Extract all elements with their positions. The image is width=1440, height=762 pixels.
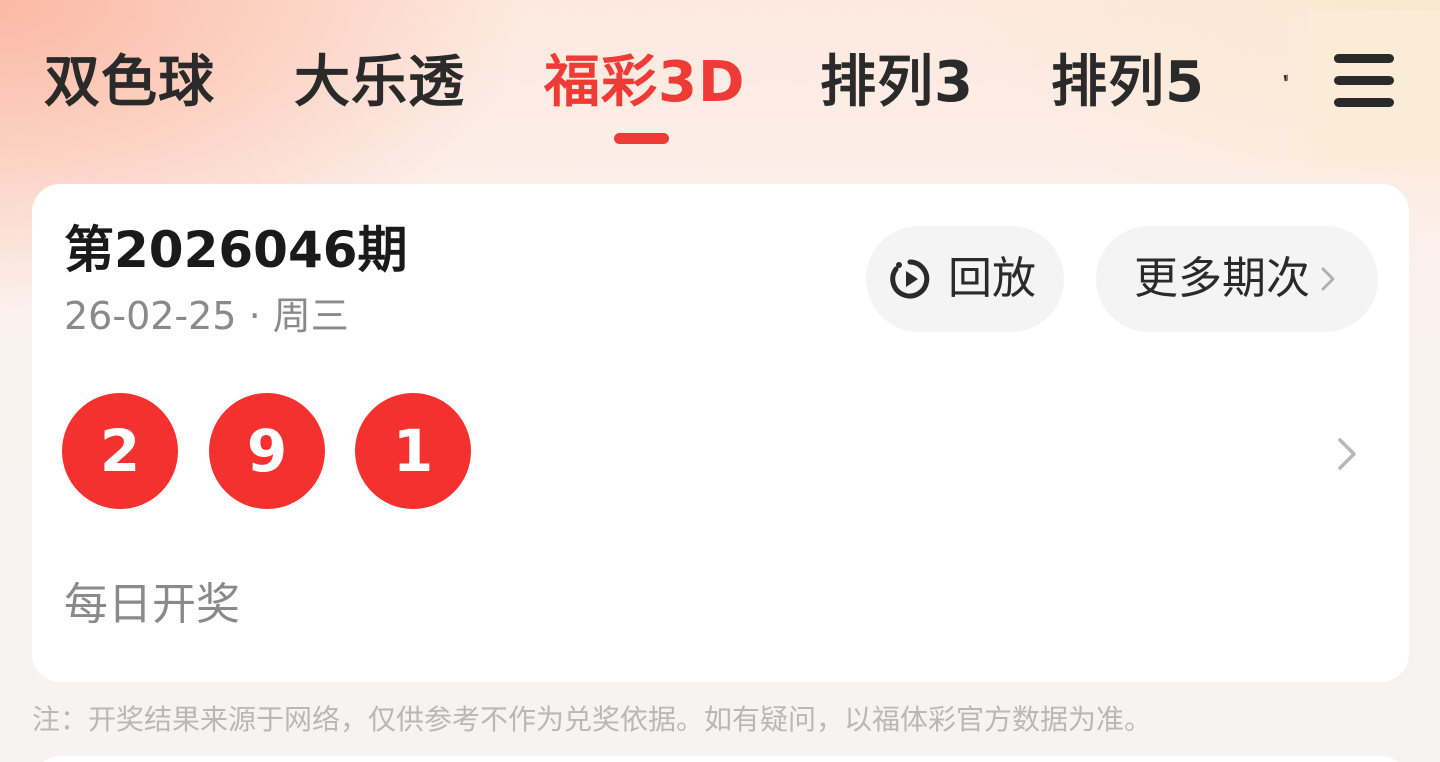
active-tab-indicator [614,133,669,144]
number-ball: 1 [355,393,471,509]
tab-fucai-3d[interactable]: 福彩3D [544,48,745,118]
menu-icon[interactable] [1330,52,1398,112]
draw-result-card: 第2026046期 26-02-25 · 周三 回放 更多期次 2 9 1 每日… [32,184,1409,682]
number-ball: 2 [62,393,178,509]
next-card [32,756,1409,762]
more-issues-label: 更多期次 [1134,253,1310,304]
draw-date: 26-02-25 · 周三 [64,294,349,338]
issue-number: 第2026046期 [64,221,408,279]
detail-chevron-right-icon[interactable] [1336,436,1358,472]
tab-daletou[interactable]: 大乐透 [294,48,465,118]
tab-shuangseqiu[interactable]: 双色球 [44,48,215,118]
tab-pailie-5[interactable]: 排列5 [1051,48,1205,118]
chevron-right-icon [1321,267,1335,291]
disclaimer-note: 注：开奖结果来源于网络，仅供参考不作为兑奖依据。如有疑问，以福体彩官方数据为准。 [32,703,1153,736]
lottery-tab-bar: 双色球 大乐透 福彩3D 排列3 排列5 七 [0,0,1440,170]
replay-timer-icon [890,259,930,299]
replay-button[interactable]: 回放 [866,226,1064,332]
replay-label: 回放 [948,253,1036,304]
draw-frequency: 每日开奖 [64,579,240,630]
more-issues-button[interactable]: 更多期次 [1096,226,1378,332]
number-ball: 9 [209,393,325,509]
tab-pailie-3[interactable]: 排列3 [820,48,974,118]
